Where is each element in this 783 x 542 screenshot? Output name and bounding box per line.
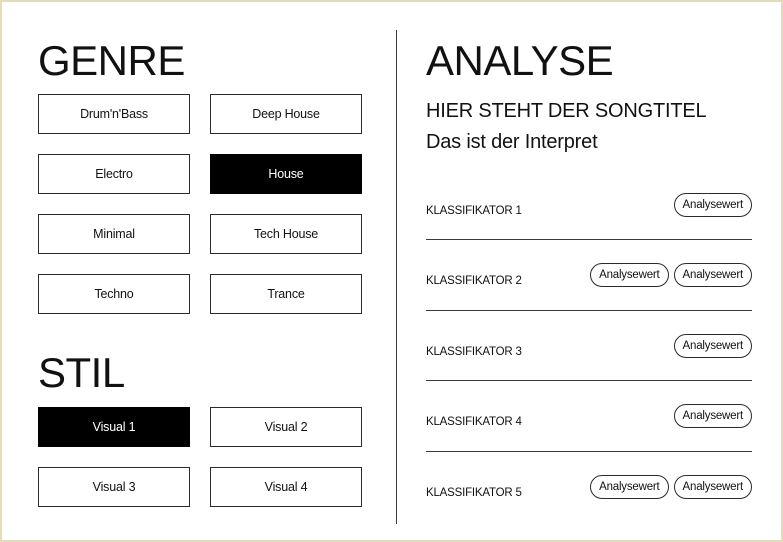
row-divider: [426, 451, 752, 452]
classifier-row-3: KLASSIFIKATOR 3 Analysewert: [426, 334, 752, 374]
classifier-label: KLASSIFIKATOR 5: [426, 487, 522, 499]
classifier-row-1: KLASSIFIKATOR 1 Analysewert: [426, 193, 752, 233]
classifier-label: KLASSIFIKATOR 1: [426, 205, 522, 217]
stil-option-visual-2[interactable]: Visual 2: [210, 407, 362, 447]
row-divider: [426, 380, 752, 381]
analysis-value-chip[interactable]: Analysewert: [673, 334, 752, 358]
genre-option-electro[interactable]: Electro: [38, 154, 190, 194]
genre-option-techno[interactable]: Techno: [38, 274, 190, 314]
analysis-values: Analysewert Analysewert: [590, 263, 752, 287]
analysis-values: Analysewert Analysewert: [590, 475, 752, 499]
analysis-values: Analysewert: [673, 334, 752, 358]
genre-option-minimal[interactable]: Minimal: [38, 214, 190, 254]
stil-option-visual-3[interactable]: Visual 3: [38, 467, 190, 507]
analysis-value-chip[interactable]: Analysewert: [673, 404, 752, 428]
genre-option-drumnbass[interactable]: Drum'n'Bass: [38, 94, 190, 134]
genre-option-deep-house[interactable]: Deep House: [210, 94, 362, 134]
analysis-value-chip[interactable]: Analysewert: [590, 263, 669, 287]
classifier-row-2: KLASSIFIKATOR 2 Analysewert Analysewert: [426, 263, 752, 303]
stil-title: STIL: [38, 349, 125, 396]
genre-option-tech-house[interactable]: Tech House: [210, 214, 362, 254]
classifier-row-4: KLASSIFIKATOR 4 Analysewert: [426, 404, 752, 444]
genre-option-trance[interactable]: Trance: [210, 274, 362, 314]
row-divider: [426, 239, 752, 240]
genre-option-house[interactable]: House: [210, 154, 362, 194]
row-divider: [426, 310, 752, 311]
artist-name: Das ist der Interpret: [426, 131, 598, 153]
analysis-value-chip[interactable]: Analysewert: [590, 475, 669, 499]
genre-title: GENRE: [38, 37, 185, 84]
classifier-row-5: KLASSIFIKATOR 5 Analysewert Analysewert: [426, 475, 752, 515]
analysis-value-chip[interactable]: Analysewert: [673, 193, 752, 217]
analysis-value-chip[interactable]: Analysewert: [673, 263, 752, 287]
song-title: HIER STEHT DER SONGTITEL: [426, 100, 707, 122]
classifier-label: KLASSIFIKATOR 3: [426, 346, 522, 358]
analyse-title: ANALYSE: [426, 37, 614, 84]
stil-option-visual-4[interactable]: Visual 4: [210, 467, 362, 507]
classifier-label: KLASSIFIKATOR 4: [426, 416, 522, 428]
column-divider: [396, 30, 397, 524]
analysis-values: Analysewert: [673, 404, 752, 428]
analysis-value-chip[interactable]: Analysewert: [673, 475, 752, 499]
stil-option-visual-1[interactable]: Visual 1: [38, 407, 190, 447]
analysis-values: Analysewert: [673, 193, 752, 217]
classifier-label: KLASSIFIKATOR 2: [426, 275, 522, 287]
app-frame: GENRE Drum'n'Bass Deep House Electro Hou…: [0, 0, 783, 542]
